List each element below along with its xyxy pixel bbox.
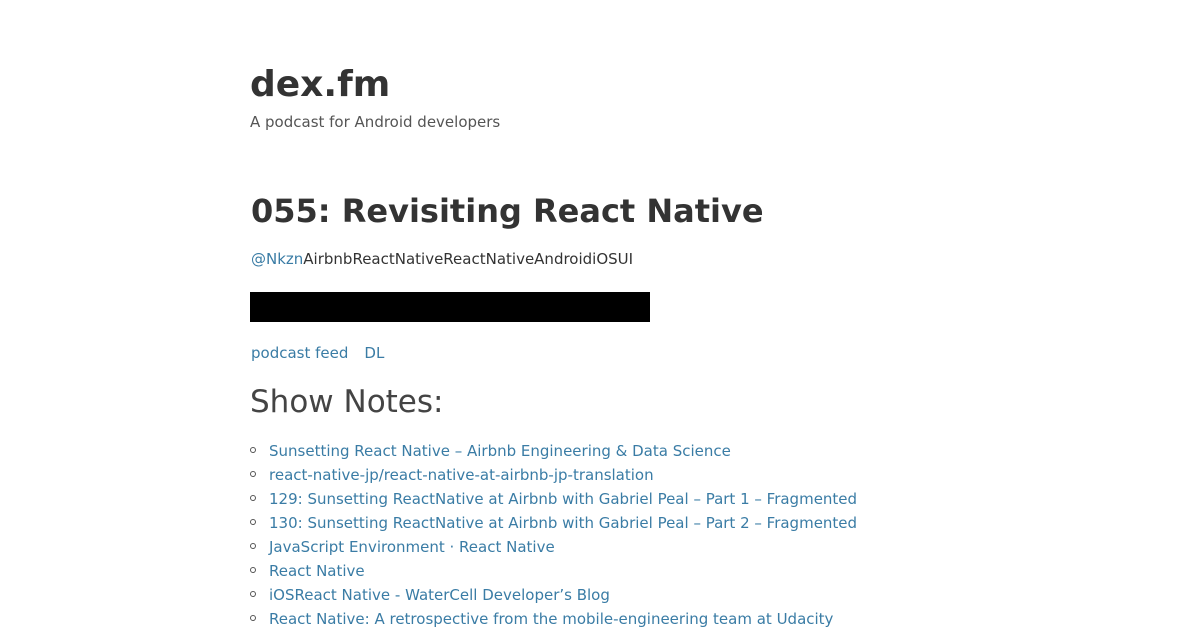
host-handle-link[interactable]: @Nkzn — [251, 250, 303, 268]
bullet-icon — [250, 495, 256, 501]
show-notes-heading: Show Notes: — [250, 384, 444, 420]
episode-description: @NkznAirbnbReactNativeReactNativeAndroid… — [251, 249, 633, 269]
show-note-link[interactable]: react-native-jp/react-native-at-airbnb-j… — [269, 466, 654, 484]
podcast-feed-link[interactable]: podcast feed — [251, 344, 348, 362]
list-item: 130: Sunsetting ReactNative at Airbnb wi… — [250, 511, 857, 535]
list-item: Sunsetting React Native – Airbnb Enginee… — [250, 439, 857, 463]
show-note-link[interactable]: React Native: A retrospective from the m… — [269, 610, 833, 628]
list-item: iOSReact Native - WaterCell Developer’s … — [250, 583, 857, 607]
site-title[interactable]: dex.fm — [250, 62, 390, 108]
list-item: 129: Sunsetting ReactNative at Airbnb wi… — [250, 487, 857, 511]
bullet-icon — [250, 591, 256, 597]
download-link[interactable]: DL — [364, 344, 384, 362]
show-note-link[interactable]: iOSReact Native - WaterCell Developer’s … — [269, 586, 610, 604]
bullet-icon — [250, 471, 256, 477]
bullet-icon — [250, 543, 256, 549]
show-note-link[interactable]: 130: Sunsetting ReactNative at Airbnb wi… — [269, 514, 857, 532]
show-notes-list: Sunsetting React Native – Airbnb Enginee… — [250, 439, 857, 631]
site-tagline: A podcast for Android developers — [250, 113, 501, 131]
bullet-icon — [250, 447, 256, 453]
list-item: JavaScript Environment · React Native — [250, 535, 857, 559]
show-note-link[interactable]: JavaScript Environment · React Native — [269, 538, 555, 556]
show-note-link[interactable]: React Native — [269, 562, 365, 580]
bullet-icon — [250, 567, 256, 573]
audio-player[interactable] — [250, 292, 650, 322]
bullet-icon — [250, 615, 256, 621]
episode-links: podcast feed DL — [251, 343, 400, 363]
list-item: react-native-jp/react-native-at-airbnb-j… — [250, 463, 857, 487]
list-item: React Native: A retrospective from the m… — [250, 607, 857, 631]
show-note-link[interactable]: 129: Sunsetting ReactNative at Airbnb wi… — [269, 490, 857, 508]
episode-description-text: AirbnbReactNativeReactNativeAndroidiOSUI — [303, 250, 634, 268]
show-note-link[interactable]: Sunsetting React Native – Airbnb Enginee… — [269, 442, 731, 460]
list-item: React Native — [250, 559, 857, 583]
bullet-icon — [250, 519, 256, 525]
episode-title: 055: Revisiting React Native — [251, 192, 764, 230]
